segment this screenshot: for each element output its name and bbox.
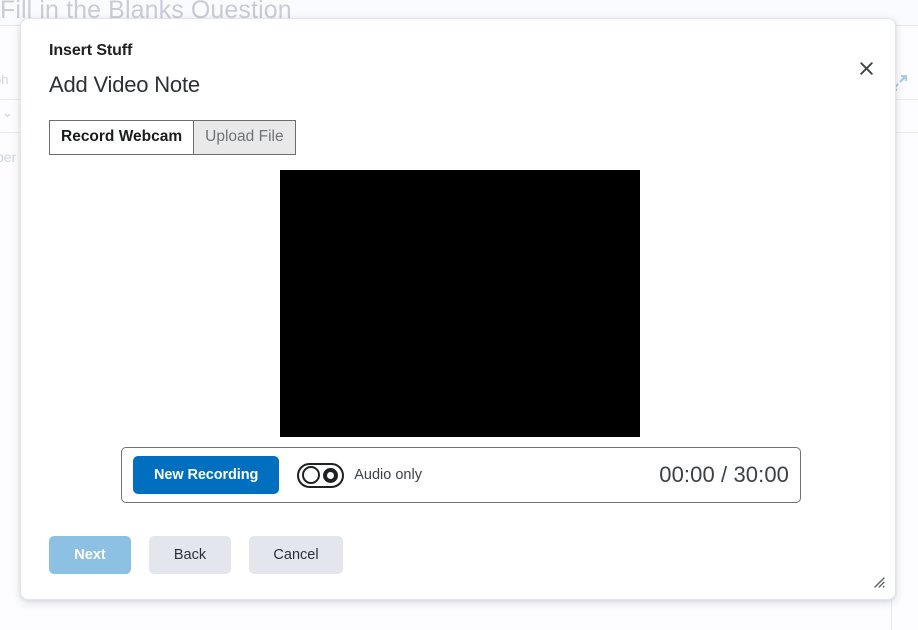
toggle-switch-indicator-icon: [323, 467, 339, 483]
recorder-control-bar: New Recording Audio only 00:00 / 30:00: [121, 447, 801, 503]
resize-grip-icon[interactable]: [870, 573, 886, 589]
source-tabs: Record Webcam Upload File: [49, 120, 296, 155]
recording-timer: 00:00 / 30:00: [659, 462, 789, 487]
next-button[interactable]: Next: [49, 536, 131, 574]
page-title: Add Video Note: [49, 72, 200, 97]
background-body-text: per: [0, 149, 17, 165]
chevron-down-icon: ⌄: [2, 105, 13, 120]
back-button[interactable]: Back: [149, 536, 231, 574]
cancel-button[interactable]: Cancel: [249, 536, 343, 574]
tab-upload-file[interactable]: Upload File: [194, 120, 296, 155]
tab-record-webcam[interactable]: Record Webcam: [49, 120, 195, 155]
audio-only-toggle[interactable]: Audio only: [297, 462, 422, 488]
insert-stuff-dialog: Insert Stuff Add Video Note Record Webca…: [20, 18, 896, 600]
toggle-switch-knob: [302, 466, 321, 484]
background-paragraph-style-label: ph: [0, 72, 9, 87]
audio-only-label: Audio only: [354, 467, 422, 483]
webcam-preview[interactable]: [280, 170, 640, 437]
dialog-footer: Next Back Cancel: [49, 536, 343, 574]
new-recording-button[interactable]: New Recording: [133, 456, 280, 494]
close-icon[interactable]: [849, 51, 883, 85]
toggle-switch-track[interactable]: [297, 462, 345, 488]
dialog-eyebrow: Insert Stuff: [49, 42, 133, 59]
